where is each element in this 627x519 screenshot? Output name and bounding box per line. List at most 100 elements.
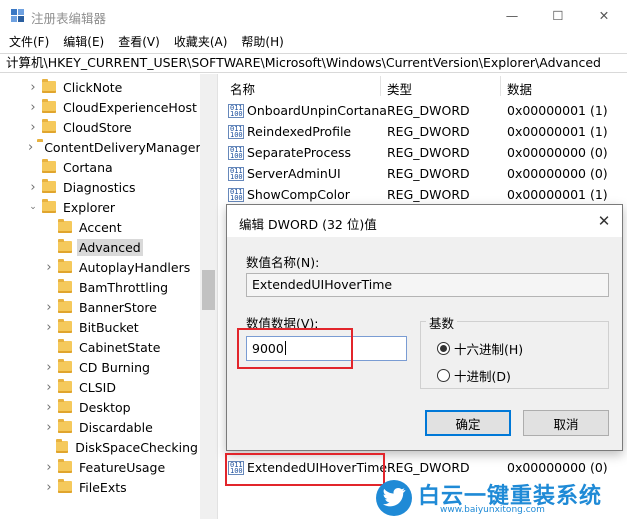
tree-item[interactable]: › FileExts [0,477,200,497]
menu-favorites[interactable]: 收藏夹(A) [174,32,228,51]
tree-item-label: DiskSpaceChecking [75,439,198,455]
tree-item-label: Accent [79,219,122,235]
column-type-header[interactable]: 类型 [387,79,412,98]
folder-icon [58,459,72,473]
tree-item[interactable]: › FeatureUsage [0,457,200,477]
tree-item[interactable]: › ContentDeliveryManager [0,137,201,157]
ok-button[interactable]: 确定 [425,410,511,436]
address-bar[interactable]: 计算机\HKEY_CURRENT_USER\SOFTWARE\Microsoft… [0,53,627,73]
tree-item[interactable]: › CloudStore [0,117,200,137]
chevron-right-icon[interactable]: › [28,180,38,195]
tree-item[interactable]: BamThrottling [0,277,200,297]
value-data: 0x00000001 (1) [507,187,608,202]
list-row[interactable]: 01101001ServerAdminUI REG_DWORD 0x00000000… [222,163,627,184]
maximize-icon: ☐ [552,8,564,23]
dword-value-icon: 01101001 [228,145,244,160]
list-row[interactable]: 01101001OnboardUnpinCortanaREG_DWORD 0x00… [222,100,627,121]
folder-icon [58,359,72,373]
folder-icon [42,199,56,213]
tree-item[interactable]: Accent [0,217,200,237]
folder-icon [56,439,69,453]
value-name: ShowCompColor [247,187,350,202]
column-separator[interactable] [500,76,501,96]
radio-hex-circle[interactable] [437,342,450,355]
value-data: 0x00000000 (0) [507,145,608,160]
chevron-right-icon[interactable]: › [44,480,54,495]
radio-dec-label: 十进制(D) [454,369,511,384]
chevron-placeholder [28,162,38,172]
list-row[interactable]: 01101001ShowCompColor REG_DWORD 0x00000001… [222,184,627,205]
tree-item[interactable]: › Diagnostics [0,177,200,197]
tree-item[interactable]: ⌄ Explorer [0,197,200,217]
dword-value-icon: 01101001 [228,124,244,139]
menu-file[interactable]: 文件(F) [9,32,49,51]
value-data: 0x00000000 (0) [507,460,608,475]
chevron-right-icon[interactable]: › [44,420,54,435]
tree-item-label: CabinetState [79,339,161,355]
folder-icon [58,379,72,393]
tree-item[interactable]: › CloudExperienceHost [0,97,200,117]
tree-item-label: Diagnostics [63,179,136,195]
chevron-right-icon[interactable]: › [28,80,38,95]
maximize-button[interactable]: ☐ [535,0,581,31]
tree-item[interactable]: › BitBucket [0,317,200,337]
tree-item[interactable]: › CLSID [0,377,200,397]
tree-item[interactable]: CabinetState [0,337,200,357]
tree-item[interactable]: › BannerStore [0,297,200,317]
dialog-close-icon[interactable]: ✕ [594,211,614,231]
chevron-right-icon[interactable]: › [28,120,38,135]
tree-item[interactable]: › CD Burning [0,357,200,377]
chevron-right-icon[interactable]: › [44,400,54,415]
tree-scrollbar-thumb[interactable] [202,270,215,310]
chevron-right-icon[interactable]: › [44,300,54,315]
menu-edit[interactable]: 编辑(E) [63,32,104,51]
list-header: 名称 类型 数据 [222,74,627,98]
chevron-right-icon[interactable]: › [44,260,54,275]
dword-value-icon: 01101001 [228,187,244,202]
tree-item[interactable]: Cortana [0,157,200,177]
tree-item[interactable]: › AutoplayHandlers [0,257,200,277]
tree-item[interactable]: › Discardable [0,417,200,437]
chevron-right-icon[interactable]: › [44,360,54,375]
tree-item-label: Cortana [63,159,113,175]
folder-icon [58,399,72,413]
highlight-box-value-name [225,453,385,486]
chevron-right-icon[interactable]: › [44,320,54,335]
radio-dec-circle[interactable] [437,369,450,382]
tree-item[interactable]: › Desktop [0,397,200,417]
tree-item[interactable]: › ClickNote [0,77,200,97]
chevron-right-icon[interactable]: › [28,100,38,115]
list-row[interactable]: 01101001SeparateProcess REG_DWORD 0x000000… [222,142,627,163]
value-name: SeparateProcess [247,145,352,160]
title-bar: 注册表编辑器 — ☐ ✕ [0,0,627,31]
radio-decimal[interactable]: 十进制(D) [437,366,511,385]
close-icon: ✕ [598,8,610,23]
value-type: REG_DWORD [387,460,470,475]
folder-icon [42,79,56,93]
column-name-header[interactable]: 名称 [230,79,255,98]
close-button[interactable]: ✕ [581,0,627,31]
dword-value-icon: 01101001 [228,103,244,118]
column-separator[interactable] [380,76,381,96]
cancel-button[interactable]: 取消 [523,410,609,436]
value-data: 0x00000001 (1) [507,103,608,118]
folder-icon [42,119,56,133]
menu-view[interactable]: 查看(V) [118,32,160,51]
chevron-placeholder [44,242,54,252]
bird-icon [383,488,406,507]
chevron-right-icon[interactable]: › [44,460,54,475]
tree-item[interactable]: Advanced [0,237,200,257]
list-row[interactable]: 01101001ReindexedProfile REG_DWORD 0x00000… [222,121,627,142]
value-name-field: ExtendedUIHoverTime [246,273,609,297]
radio-hexadecimal[interactable]: 十六进制(H) [437,339,523,358]
regedit-icon [11,9,24,22]
folder-icon [58,419,72,433]
menu-help[interactable]: 帮助(H) [241,32,283,51]
chevron-right-icon[interactable]: › [28,140,33,155]
chevron-right-icon[interactable]: › [44,380,54,395]
column-data-header[interactable]: 数据 [507,79,532,98]
chevron-down-icon[interactable]: ⌄ [28,202,38,212]
tree-item[interactable]: DiskSpaceChecking [0,437,200,457]
minimize-button[interactable]: — [489,0,535,31]
value-type: REG_DWORD [387,166,470,181]
